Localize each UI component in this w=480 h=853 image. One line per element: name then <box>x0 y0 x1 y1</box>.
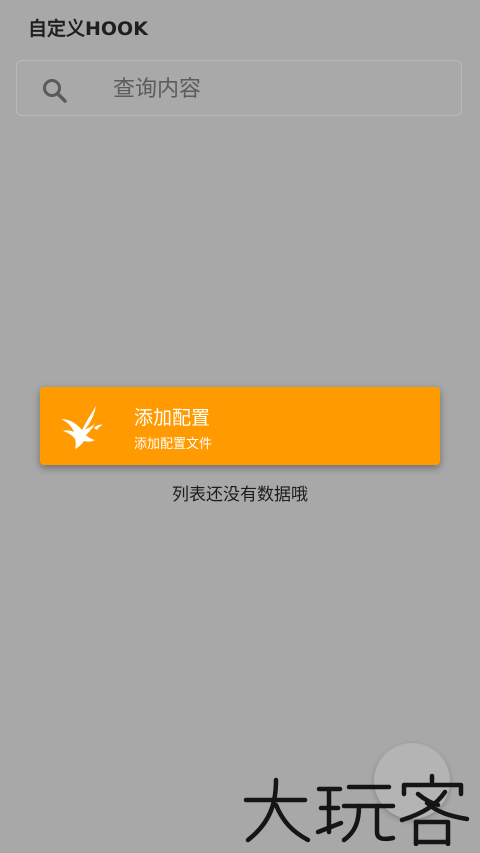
eagle-icon <box>61 406 103 449</box>
search-input[interactable] <box>113 71 443 107</box>
app-title: 自定义HOOK <box>28 18 148 40</box>
empty-state-message: 列表还没有数据哦 <box>172 485 308 505</box>
card-subtitle: 添加配置文件 <box>134 437 213 452</box>
search-icon[interactable] <box>41 77 69 105</box>
card-title: 添加配置 <box>134 407 211 429</box>
search-bar[interactable] <box>16 60 462 116</box>
watermark-logo <box>243 773 470 846</box>
add-config-card[interactable]: 添加配置 添加配置文件 <box>40 387 440 465</box>
